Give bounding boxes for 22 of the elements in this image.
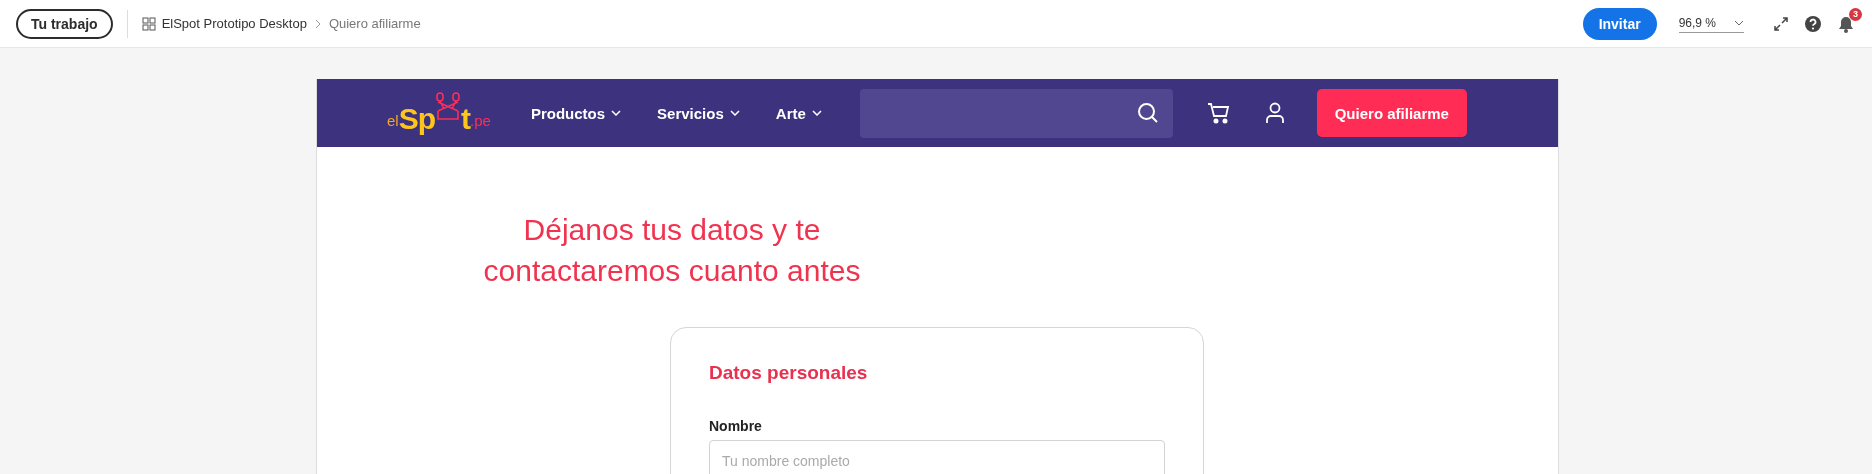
help-icon[interactable] [1804,14,1822,33]
nav-menu-item[interactable]: Productos [530,104,622,122]
grid-icon[interactable] [141,16,156,31]
chevron-down-icon [1734,20,1744,26]
search-icon[interactable] [1136,102,1159,124]
user-icon[interactable] [1264,102,1285,124]
field-label: Nombre [709,418,763,434]
expand-icon[interactable] [1772,14,1790,33]
cart-icon[interactable] [1206,101,1231,125]
zoom-dropdown[interactable]: 96,9 % [1678,14,1744,33]
logo[interactable]: elSp t.pe [387,89,491,137]
join-button[interactable]: Quiero afiliarme [1316,89,1467,137]
search-field[interactable] [859,88,1173,138]
home-button[interactable]: Tu trabajo [16,8,113,39]
notification-badge: 3 [1849,7,1862,21]
nav-menu-item[interactable]: Arte [775,104,822,122]
invite-button[interactable]: Invitar [1582,7,1657,40]
breadcrumb-link[interactable]: Quiero afiliarme [328,16,421,31]
nav-menu-item[interactable]: Servicios [657,104,740,122]
page-heading: Déjanos tus datos y te contactaremos cuanto antes [482,212,862,289]
section-title: Datos personales [709,362,869,384]
breadcrumb-link[interactable]: ElSpot Prototipo Desktop [161,16,307,31]
